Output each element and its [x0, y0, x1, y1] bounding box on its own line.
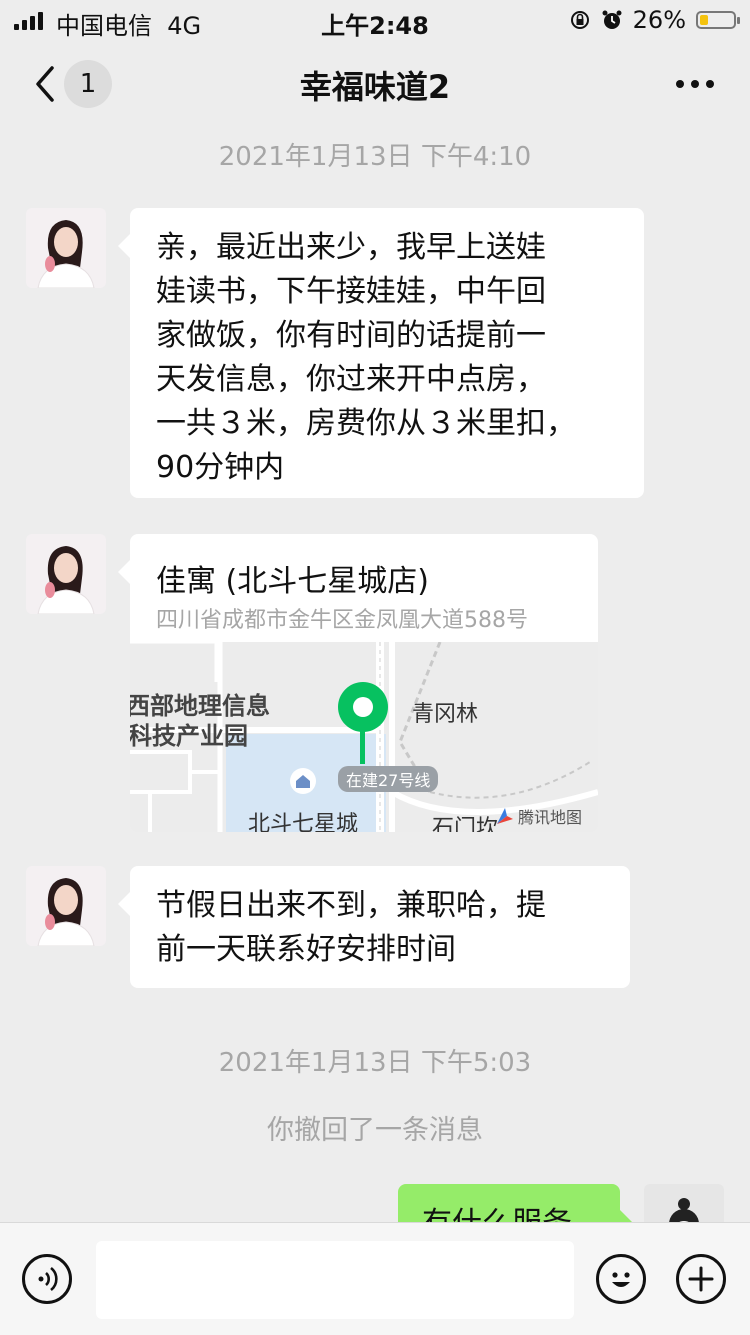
map-label-line: 在建27号线: [338, 766, 439, 792]
map-pin-icon: [338, 682, 388, 764]
message-line: 90分钟内: [156, 450, 285, 485]
map-preview[interactable]: 西部地理信息 科技产业园 青冈林 在建27号线 北斗七星城 石门坎 腾讯地图: [130, 642, 598, 832]
location-card[interactable]: 佳寓 (北斗七星城店) 四川省成都市金牛区金凤凰大道588号 西部地理信息 科技…: [118, 534, 598, 832]
tencent-map-icon: [497, 808, 513, 824]
message-line: 家做饭，你有时间的话提前一: [156, 318, 546, 353]
avatar[interactable]: [26, 534, 106, 614]
map-label-qinggang: 青冈林: [412, 702, 479, 727]
status-right: 26%: [569, 6, 740, 34]
voice-icon[interactable]: [22, 1254, 72, 1304]
orientation-lock-icon: [570, 11, 589, 29]
recall-notice: 你撤回了一条消息: [267, 1115, 483, 1146]
chat-title: 幸福味道2: [299, 68, 451, 106]
map-provider: 腾讯地图: [494, 804, 582, 828]
map-label-park2: 科技产业园: [130, 722, 248, 750]
timestamp: 2021年1月13日 下午4:10: [218, 142, 532, 172]
status-bar: 中国电信 4G 上午2:48 26%: [0, 0, 750, 40]
battery-fill: [700, 15, 709, 25]
emoji-icon[interactable]: [596, 1254, 646, 1304]
message-line: 节假日出来不到，兼职哈，提: [156, 888, 546, 923]
message-line: 一共３米，房费你从３米里扣，: [156, 406, 576, 441]
nav-bar: 1 幸福味道2: [0, 40, 750, 128]
plus-icon[interactable]: [676, 1254, 726, 1304]
location-address: 四川省成都市金牛区金凤凰大道588号: [156, 608, 528, 633]
message-line: 亲，最近出来少，我早上送娃: [156, 230, 546, 265]
message-line: 天发信息，你过来开中点房，: [156, 362, 546, 397]
map-provider-label: 腾讯地图: [518, 808, 583, 827]
timestamp: 2021年1月13日 下午5:03: [218, 1048, 532, 1078]
more-icon[interactable]: [676, 80, 714, 88]
message-text: 节假日出来不到，兼职哈，提 前一天联系好安排时间: [130, 866, 630, 990]
input-toolbar: [0, 1222, 750, 1335]
message-text: 亲，最近出来少，我早上送娃 娃读书，下午接娃娃，中午回 家做饭，你有时间的话提前…: [130, 208, 644, 508]
message-line: 前一天联系好安排时间: [156, 932, 456, 967]
battery-percent: 26%: [632, 6, 686, 34]
avatar[interactable]: [26, 208, 106, 288]
alarm-icon: [602, 10, 622, 29]
message-line: 娃读书，下午接娃娃，中午回: [156, 274, 546, 309]
message-bubble[interactable]: 亲，最近出来少，我早上送娃 娃读书，下午接娃娃，中午回 家做饭，你有时间的话提前…: [118, 208, 644, 498]
map-label-beidou: 北斗七星城: [248, 812, 359, 832]
battery-icon: [696, 11, 740, 29]
message-input[interactable]: [96, 1241, 574, 1319]
avatar-photo: [26, 208, 106, 288]
message-bubble[interactable]: 节假日出来不到，兼职哈，提 前一天联系好安排时间: [118, 866, 630, 990]
avatar-photo: [26, 866, 106, 946]
location-name: 佳寓 (北斗七星城店): [156, 564, 429, 599]
home-poi-icon: [290, 768, 316, 794]
avatar[interactable]: [26, 866, 106, 946]
avatar-photo: [26, 534, 106, 614]
map-label-shimen: 石门坎: [432, 816, 499, 832]
